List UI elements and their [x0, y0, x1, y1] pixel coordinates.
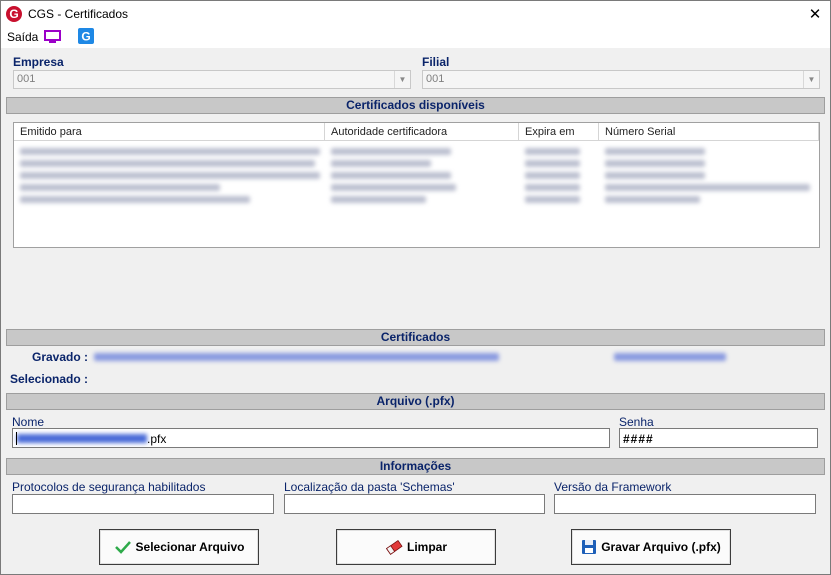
section-disponiveis: Certificados disponíveis: [6, 97, 825, 114]
col-numero-serial[interactable]: Número Serial: [599, 123, 819, 141]
menu-saida[interactable]: Saída: [7, 30, 38, 44]
nome-label: Nome: [12, 415, 45, 429]
checkmark-icon: [114, 541, 131, 554]
gravado-serial: [614, 353, 726, 361]
limpar-button[interactable]: Limpar: [336, 529, 496, 565]
certificates-list[interactable]: Emitido para Autoridade certificadora Ex…: [13, 122, 820, 248]
col-expira-em[interactable]: Expira em: [519, 123, 599, 141]
gravado-value: [94, 353, 499, 361]
filial-value: 001: [426, 73, 445, 85]
text-caret: [16, 432, 17, 445]
window-title: CGS - Certificados: [28, 7, 129, 21]
framework-label: Versão da Framework: [554, 480, 672, 494]
nome-suffix: .pfx: [147, 432, 167, 446]
nome-input[interactable]: .pfx: [12, 428, 610, 448]
list-item[interactable]: [14, 193, 819, 205]
list-item[interactable]: [14, 157, 819, 169]
monitor-icon[interactable]: [44, 30, 61, 44]
section-certificados: Certificados: [6, 329, 825, 346]
empresa-select[interactable]: 001 ▼: [13, 70, 411, 89]
limpar-label: Limpar: [406, 540, 447, 554]
col-emitido-para[interactable]: Emitido para: [14, 123, 325, 141]
app-logo-icon: G: [6, 6, 22, 22]
floppy-disk-icon: [582, 540, 597, 554]
selecionar-label: Selecionar Arquivo: [135, 540, 245, 554]
svg-text:G: G: [81, 30, 90, 44]
list-item[interactable]: [14, 169, 819, 181]
filial-label: Filial: [422, 55, 450, 69]
list-header: Emitido para Autoridade certificadora Ex…: [14, 123, 819, 141]
gravar-arquivo-button[interactable]: Gravar Arquivo (.pfx): [571, 529, 731, 565]
protocolos-label: Protocolos de segurança habilitados: [12, 480, 206, 494]
schemas-field[interactable]: [284, 494, 545, 514]
eraser-icon: [385, 539, 403, 555]
col-autoridade[interactable]: Autoridade certificadora: [325, 123, 519, 141]
empresa-label: Empresa: [13, 55, 64, 69]
selecionado-label: Selecionado :: [10, 372, 89, 386]
nome-value-redacted: [17, 434, 147, 443]
gravar-label: Gravar Arquivo (.pfx): [601, 540, 721, 554]
g-app-icon[interactable]: G: [78, 28, 94, 44]
chevron-down-icon[interactable]: ▼: [394, 71, 410, 88]
list-item[interactable]: [14, 145, 819, 157]
menu-bar: Saída G: [1, 28, 830, 48]
filial-select[interactable]: 001 ▼: [422, 70, 820, 89]
chevron-down-icon[interactable]: ▼: [803, 71, 819, 88]
gravado-label: Gravado :: [32, 350, 89, 364]
title-bar: G CGS - Certificados ✕: [1, 1, 830, 28]
protocolos-field[interactable]: [12, 494, 274, 514]
selecionar-arquivo-button[interactable]: Selecionar Arquivo: [99, 529, 259, 565]
senha-label: Senha: [619, 415, 654, 429]
schemas-label: Localização da pasta 'Schemas': [284, 480, 455, 494]
empresa-value: 001: [17, 73, 36, 85]
senha-input[interactable]: ####: [619, 428, 818, 448]
section-informacoes: Informações: [6, 458, 825, 475]
senha-value: ####: [623, 432, 654, 446]
framework-field[interactable]: [554, 494, 816, 514]
list-item[interactable]: [14, 181, 819, 193]
close-button[interactable]: ✕: [800, 1, 830, 28]
section-arquivo: Arquivo (.pfx): [6, 393, 825, 410]
certificados-window: G CGS - Certificados ✕ Saída G Empresa 0…: [0, 0, 831, 575]
